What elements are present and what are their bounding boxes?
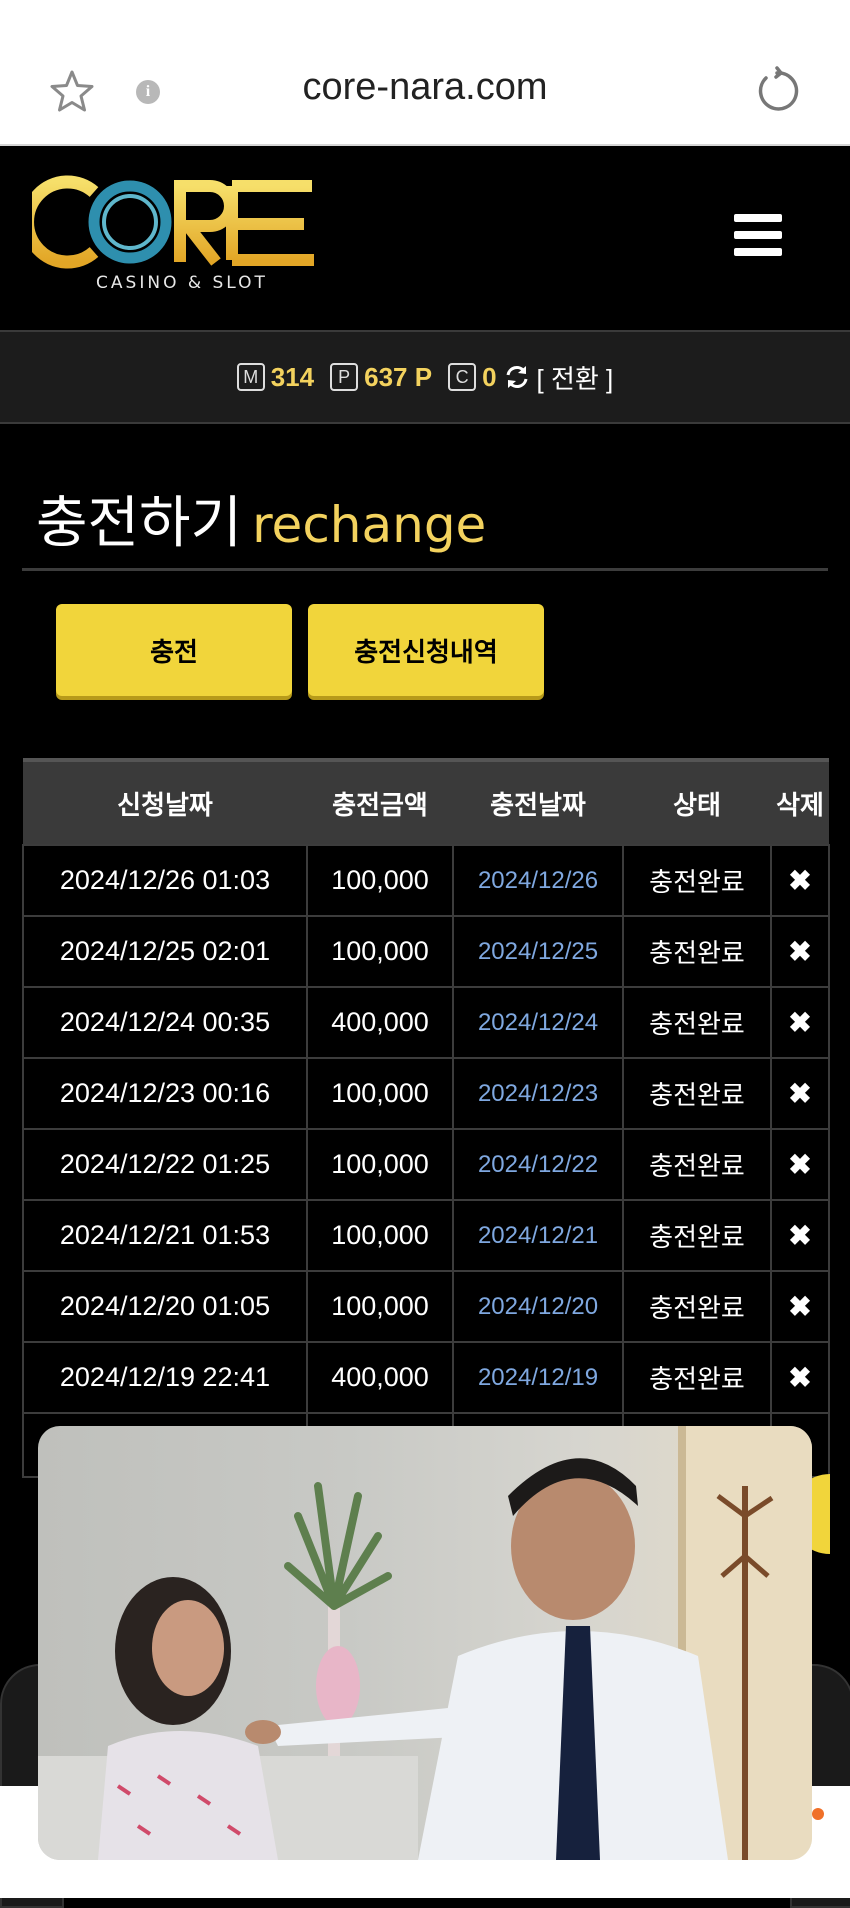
balance-bar: M 314 P 637 P C 0 [ 전환 ]: [0, 330, 850, 424]
delete-icon[interactable]: ✖: [770, 1270, 830, 1343]
coin-icon: C: [448, 363, 477, 391]
amount-cell: 100,000: [306, 915, 454, 988]
amount-cell: 100,000: [306, 1128, 454, 1201]
delete-icon[interactable]: ✖: [770, 1057, 830, 1130]
table-row: 2024/12/20 01:05 100,000 2024/12/20 충전완료…: [22, 1270, 830, 1343]
page-title-sub: rechange: [252, 496, 487, 554]
reload-icon[interactable]: [752, 66, 802, 116]
coin-value: 0: [482, 361, 497, 392]
page-title-main: 충전하기: [36, 491, 243, 556]
coin-balance: C 0 [ 전환 ]: [448, 359, 613, 396]
request-date-cell: 2024/12/23 00:16: [22, 1057, 308, 1130]
delete-icon[interactable]: ✖: [770, 915, 830, 988]
charge-date-cell: 2024/12/19: [452, 1341, 624, 1414]
request-date-cell: 2024/12/19 22:41: [22, 1341, 308, 1414]
point-value: 637 P: [364, 361, 433, 392]
amount-cell: 400,000: [306, 986, 454, 1059]
delete-icon[interactable]: ✖: [770, 1341, 830, 1414]
status-cell: 충전완료: [622, 986, 772, 1059]
video-frame: [38, 1426, 812, 1860]
request-date-cell: 2024/12/25 02:01: [22, 915, 308, 988]
page-title: 충전하기 rechange: [36, 478, 486, 559]
status-cell: 충전완료: [622, 1199, 772, 1272]
status-cell: 충전완료: [622, 1270, 772, 1343]
charge-history-button[interactable]: 충전신청내역: [308, 604, 544, 696]
amount-cell: 100,000: [306, 1057, 454, 1130]
status-cell: 충전완료: [622, 844, 772, 917]
request-date-cell: 2024/12/22 01:25: [22, 1128, 308, 1201]
table-row: 2024/12/21 01:53 100,000 2024/12/21 충전완료…: [22, 1199, 830, 1272]
menu-hamburger-icon[interactable]: [734, 214, 782, 256]
site-header: CASINO & SLOT: [0, 146, 850, 330]
status-cell: 충전완료: [622, 915, 772, 988]
charge-history-table: 신청날짜 충전금액 충전날짜 상태 삭제 2024/12/26 01:03 10…: [22, 758, 830, 1478]
money-value: 314: [270, 361, 315, 392]
status-cell: 충전완료: [622, 1128, 772, 1201]
browser-address-bar: i core-nara.com: [0, 0, 850, 146]
table-header-row: 신청날짜 충전금액 충전날짜 상태 삭제: [23, 758, 829, 845]
request-date-cell: 2024/12/24 00:35: [22, 986, 308, 1059]
delete-icon[interactable]: ✖: [770, 1128, 830, 1201]
logo-tagline: CASINO & SLOT: [96, 273, 268, 293]
header-request-date: 신청날짜: [23, 758, 307, 845]
money-balance: M 314: [236, 361, 315, 393]
delete-icon[interactable]: ✖: [770, 1199, 830, 1272]
charge-date-cell: 2024/12/23: [452, 1057, 624, 1130]
request-date-cell: 2024/12/20 01:05: [22, 1270, 308, 1343]
header-charge-date: 충전날짜: [453, 758, 623, 845]
table-row: 2024/12/23 00:16 100,000 2024/12/23 충전완료…: [22, 1057, 830, 1130]
table-row: 2024/12/19 22:41 400,000 2024/12/19 충전완료…: [22, 1341, 830, 1414]
status-cell: 충전완료: [622, 1341, 772, 1414]
charge-date-cell: 2024/12/26: [452, 844, 624, 917]
delete-icon[interactable]: ✖: [770, 986, 830, 1059]
refresh-icon[interactable]: [503, 363, 531, 391]
charge-date-cell: 2024/12/25: [452, 915, 624, 988]
point-balance: P 637 P: [330, 362, 432, 393]
table-row: 2024/12/22 01:25 100,000 2024/12/22 충전완료…: [22, 1128, 830, 1201]
charge-date-cell: 2024/12/20: [452, 1270, 624, 1343]
charge-date-cell: 2024/12/22: [452, 1128, 624, 1201]
convert-button[interactable]: [ 전환 ]: [537, 359, 614, 396]
money-icon: M: [236, 363, 265, 391]
amount-cell: 400,000: [306, 1341, 454, 1414]
delete-icon[interactable]: ✖: [770, 844, 830, 917]
header-status: 상태: [623, 758, 771, 845]
title-divider: [22, 568, 828, 571]
picture-in-picture-video[interactable]: [38, 1426, 812, 1860]
core-logo[interactable]: CASINO & SLOT: [32, 174, 322, 294]
request-date-cell: 2024/12/21 01:53: [22, 1199, 308, 1272]
table-row: 2024/12/26 01:03 100,000 2024/12/26 충전완료…: [22, 844, 830, 917]
amount-cell: 100,000: [306, 1270, 454, 1343]
notification-dot: [812, 1808, 824, 1820]
request-date-cell: 2024/12/26 01:03: [22, 844, 308, 917]
amount-cell: 100,000: [306, 844, 454, 917]
charge-date-cell: 2024/12/21: [452, 1199, 624, 1272]
header-amount: 충전금액: [307, 758, 453, 845]
amount-cell: 100,000: [306, 1199, 454, 1272]
table-row: 2024/12/25 02:01 100,000 2024/12/25 충전완료…: [22, 915, 830, 988]
header-delete: 삭제: [771, 758, 829, 845]
url-text[interactable]: core-nara.com: [0, 66, 850, 109]
charge-date-cell: 2024/12/24: [452, 986, 624, 1059]
table-row: 2024/12/24 00:35 400,000 2024/12/24 충전완료…: [22, 986, 830, 1059]
charge-button[interactable]: 충전: [56, 604, 292, 696]
status-cell: 충전완료: [622, 1057, 772, 1130]
point-icon: P: [330, 363, 359, 391]
